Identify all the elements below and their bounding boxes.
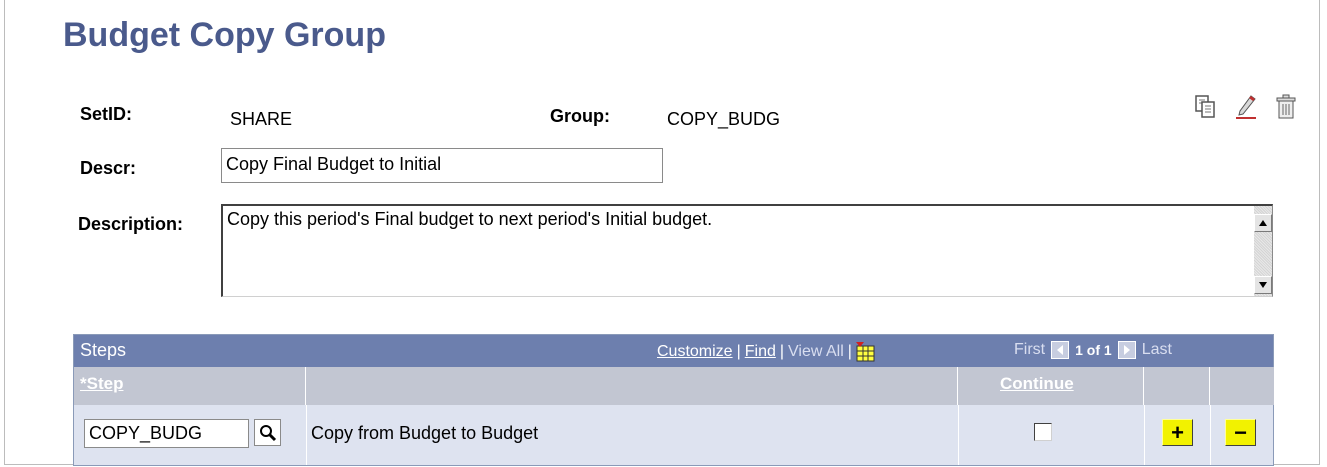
- edit-icon[interactable]: [1234, 94, 1258, 120]
- group-value: COPY_BUDG: [667, 109, 781, 129]
- remove-row-button[interactable]: −: [1225, 419, 1256, 446]
- nav-separator: |: [736, 343, 741, 360]
- description-label: Description:: [78, 214, 184, 234]
- download-grid-icon[interactable]: [855, 342, 876, 362]
- column-header-add: [1144, 367, 1210, 405]
- description-text: Copy this period's Final budget to next …: [227, 209, 713, 229]
- descr-label: Descr:: [80, 158, 137, 178]
- scroll-down-icon[interactable]: [1254, 276, 1272, 294]
- record-toolbar: [1194, 94, 1298, 120]
- nav-separator: |: [847, 343, 852, 360]
- grid-title: Steps: [80, 340, 127, 360]
- step-input[interactable]: COPY_BUDG: [84, 419, 249, 448]
- column-header-step: *Step: [74, 367, 306, 405]
- step-description: Copy from Budget to Budget: [311, 423, 539, 443]
- delete-icon[interactable]: [1274, 94, 1298, 120]
- cell-divider: [1210, 405, 1211, 465]
- group-label: Group:: [550, 106, 610, 126]
- lookup-icon[interactable]: [254, 419, 281, 446]
- step-column-sort-link[interactable]: *Step: [80, 374, 123, 394]
- column-header-description: [306, 367, 958, 405]
- setid-label: SetID:: [80, 104, 133, 124]
- grid-nav: Customize | Find | View All |: [657, 342, 876, 362]
- cell-divider: [1144, 405, 1145, 465]
- first-link[interactable]: First: [1014, 341, 1045, 359]
- steps-grid: Steps Customize | Find | View All | Firs…: [73, 334, 1274, 466]
- row-count: 1 of 1: [1075, 342, 1112, 358]
- column-header-remove: [1210, 367, 1274, 405]
- continue-checkbox[interactable]: [1034, 423, 1052, 441]
- continue-column-sort-link[interactable]: Continue: [1000, 374, 1074, 394]
- description-textarea[interactable]: Copy this period's Final budget to next …: [221, 204, 1273, 297]
- cell-divider: [306, 405, 307, 465]
- nav-separator: |: [779, 343, 785, 360]
- add-row-button[interactable]: +: [1162, 419, 1193, 446]
- next-arrow-icon[interactable]: [1117, 341, 1136, 359]
- view-all-link[interactable]: View All: [788, 343, 844, 361]
- copy-icon[interactable]: [1194, 94, 1218, 120]
- description-scrollbar[interactable]: [1254, 206, 1272, 296]
- find-link[interactable]: Find: [745, 343, 776, 361]
- column-header-continue: Continue: [958, 367, 1144, 405]
- cell-divider: [958, 405, 959, 465]
- customize-link[interactable]: Customize: [657, 343, 733, 361]
- grid-header: Steps Customize | Find | View All | Firs…: [74, 335, 1273, 367]
- scroll-up-icon[interactable]: [1254, 214, 1272, 232]
- page-title: Budget Copy Group: [63, 16, 386, 54]
- setid-value: SHARE: [230, 109, 293, 129]
- descr-field[interactable]: Copy Final Budget to Initial: [221, 148, 663, 183]
- last-link[interactable]: Last: [1142, 341, 1172, 359]
- grid-pager: First 1 of 1 Last: [1014, 341, 1172, 359]
- prev-arrow-icon[interactable]: [1051, 341, 1070, 359]
